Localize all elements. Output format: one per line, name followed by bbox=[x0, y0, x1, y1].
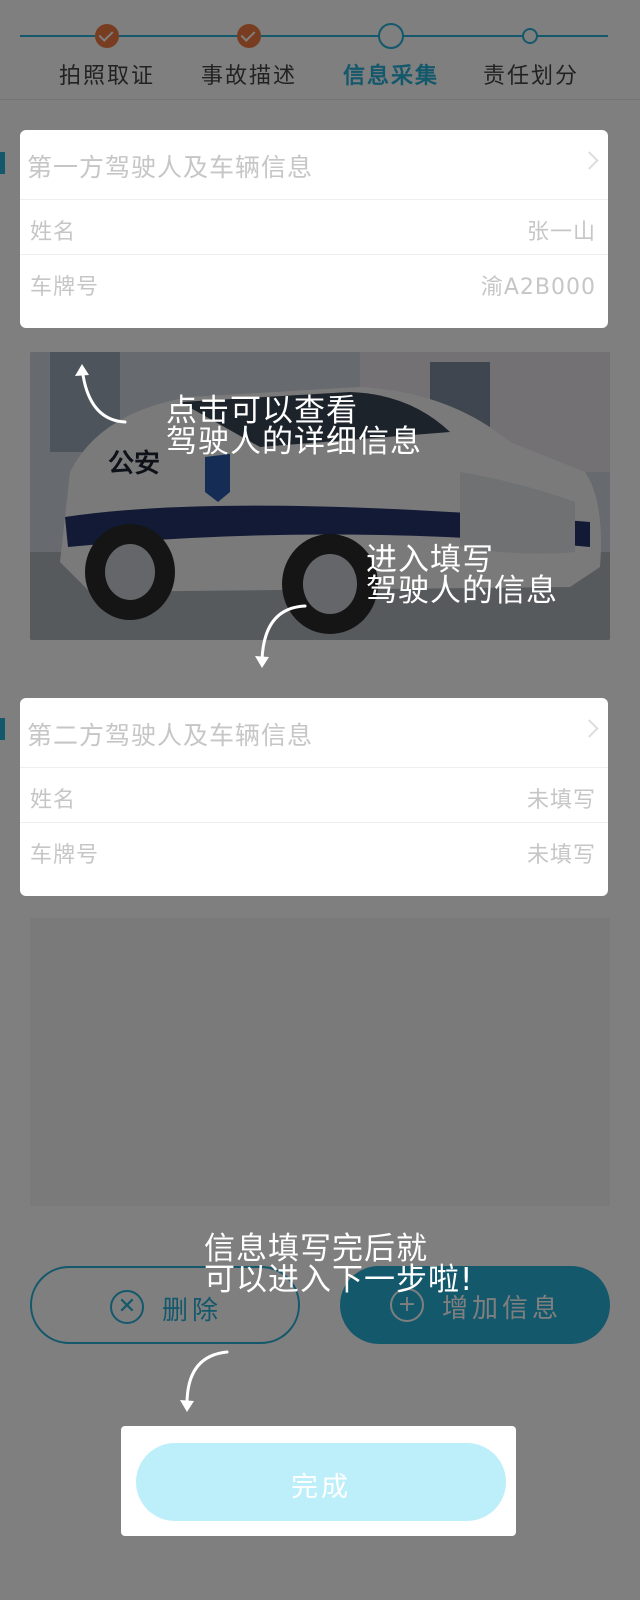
party2-info-card[interactable]: 第二方驾驶人及车辆信息 姓名 未填写 车牌号 未填写 bbox=[20, 698, 608, 896]
name-value: 未填写 bbox=[526, 788, 596, 813]
tip-line: 进入填写 bbox=[366, 542, 494, 578]
tip-line: 点击可以查看 bbox=[166, 393, 358, 429]
curved-arrow-down-icon bbox=[255, 604, 307, 668]
plate-value: 渝A2B000 bbox=[480, 275, 596, 300]
guide-tip-view-details: 点击可以查看 驾驶人的详细信息 bbox=[166, 396, 422, 458]
name-value: 张一山 bbox=[526, 220, 596, 245]
party1-name-row: 姓名 张一山 bbox=[20, 201, 608, 255]
curved-arrow-up-icon bbox=[75, 364, 127, 424]
party2-name-row: 姓名 未填写 bbox=[20, 769, 608, 823]
chevron-right-icon bbox=[580, 719, 599, 738]
name-label: 姓名 bbox=[30, 788, 77, 813]
done-button-label: 完成 bbox=[291, 1472, 351, 1503]
party1-card-title: 第一方驾驶人及车辆信息 bbox=[27, 153, 314, 182]
done-button-highlight: 完成 bbox=[121, 1426, 516, 1536]
party2-card-header[interactable]: 第二方驾驶人及车辆信息 bbox=[20, 698, 608, 768]
plate-label: 车牌号 bbox=[30, 275, 100, 300]
chevron-right-icon bbox=[580, 151, 599, 170]
name-label: 姓名 bbox=[30, 220, 77, 245]
party1-card-header[interactable]: 第一方驾驶人及车辆信息 bbox=[20, 130, 608, 200]
plate-label: 车牌号 bbox=[30, 843, 100, 868]
party2-plate-row: 车牌号 未填写 bbox=[20, 824, 608, 878]
tip-line: 信息填写完后就 bbox=[204, 1231, 428, 1267]
tip-line: 驾驶人的信息 bbox=[366, 573, 558, 609]
party1-plate-row: 车牌号 渝A2B000 bbox=[20, 256, 608, 310]
tip-line: 可以进入下一步啦! bbox=[204, 1262, 474, 1298]
guide-tip-fill-info: 进入填写 驾驶人的信息 bbox=[366, 545, 558, 607]
plate-value: 未填写 bbox=[526, 843, 596, 868]
curved-arrow-down-icon bbox=[180, 1350, 229, 1412]
party2-card-title: 第二方驾驶人及车辆信息 bbox=[27, 721, 314, 750]
done-button[interactable]: 完成 bbox=[136, 1443, 506, 1521]
guide-tip-next-step: 信息填写完后就 可以进入下一步啦! bbox=[204, 1234, 473, 1296]
tip-line: 驾驶人的详细信息 bbox=[166, 424, 422, 460]
party1-info-card[interactable]: 第一方驾驶人及车辆信息 姓名 张一山 车牌号 渝A2B000 bbox=[20, 130, 608, 328]
